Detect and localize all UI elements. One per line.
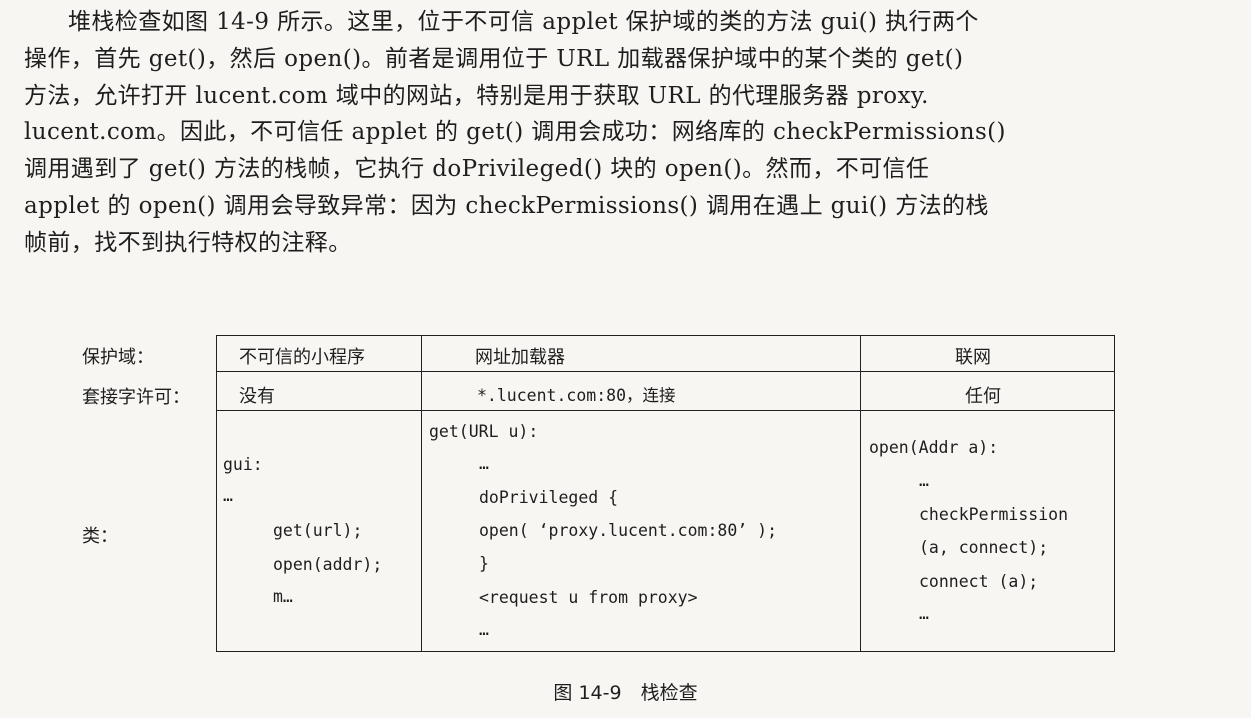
body-paragraph: 堆栈检查如图 14-9 所示。这里，位于不可信 applet 保护域的类的方法 …	[24, 4, 1224, 262]
domain-untrusted-applet: 不可信的小程序	[239, 347, 365, 368]
column-divider	[860, 336, 861, 651]
code-line: get(URL u):	[429, 422, 539, 441]
column-divider	[421, 336, 422, 651]
code-line: checkPermission	[919, 505, 1069, 524]
code-line: m…	[273, 587, 293, 606]
permission-any: 任何	[965, 386, 1001, 407]
row-label-domain: 保护域：	[82, 347, 154, 368]
code-line: open(Addr a):	[869, 438, 999, 457]
code-line: gui:	[223, 455, 263, 474]
figure-caption: 图 14-9 栈检查	[553, 682, 698, 704]
code-line: (a, connect);	[919, 538, 1049, 557]
permission-lucent: *.lucent.com:80，连接	[477, 386, 676, 405]
code-line: …	[479, 454, 489, 473]
code-line: doPrivileged {	[479, 488, 619, 507]
paragraph-line: 堆栈检查如图 14-9 所示。这里，位于不可信 applet 保护域的类的方法 …	[68, 9, 979, 35]
domain-networking: 联网	[955, 347, 991, 368]
code-line: open( ‘proxy.lucent.com:80’ );	[479, 521, 778, 540]
code-line: open(addr);	[273, 555, 383, 574]
code-line: }	[479, 554, 489, 573]
row-divider	[217, 371, 1114, 372]
code-line: …	[919, 604, 929, 623]
code-line: …	[223, 486, 233, 505]
code-line: …	[479, 620, 489, 639]
paragraph-line: lucent.com。因此，不可信任 applet 的 get() 调用会成功：…	[24, 119, 1006, 146]
paragraph-line: applet 的 open() 调用会导致异常：因为 checkPermissi…	[24, 192, 989, 219]
permission-none: 没有	[239, 386, 275, 407]
paragraph-line: 帧前，找不到执行特权的注释。	[24, 229, 352, 256]
domain-url-loader: 网址加载器	[475, 347, 565, 368]
code-line: connect (a);	[919, 572, 1039, 591]
code-line: get(url);	[273, 521, 363, 540]
paragraph-line: 操作，首先 get()，然后 open()。前者是调用位于 URL 加载器保护域…	[24, 45, 964, 72]
row-divider	[217, 410, 1114, 411]
row-label-classes: 类：	[82, 526, 118, 547]
stack-inspection-figure: 不可信的小程序 没有 gui: … get(url); open(addr); …	[216, 335, 1115, 652]
code-line: <request u from proxy>	[479, 588, 698, 607]
paragraph-line: 调用遇到了 get() 方法的栈帧，它执行 doPrivileged() 块的 …	[24, 156, 930, 183]
code-line: …	[919, 471, 929, 490]
row-label-socket: 套接字许可：	[82, 387, 190, 408]
paragraph-line: 方法，允许打开 lucent.com 域中的网站，特别是用于获取 URL 的代理…	[24, 82, 929, 109]
